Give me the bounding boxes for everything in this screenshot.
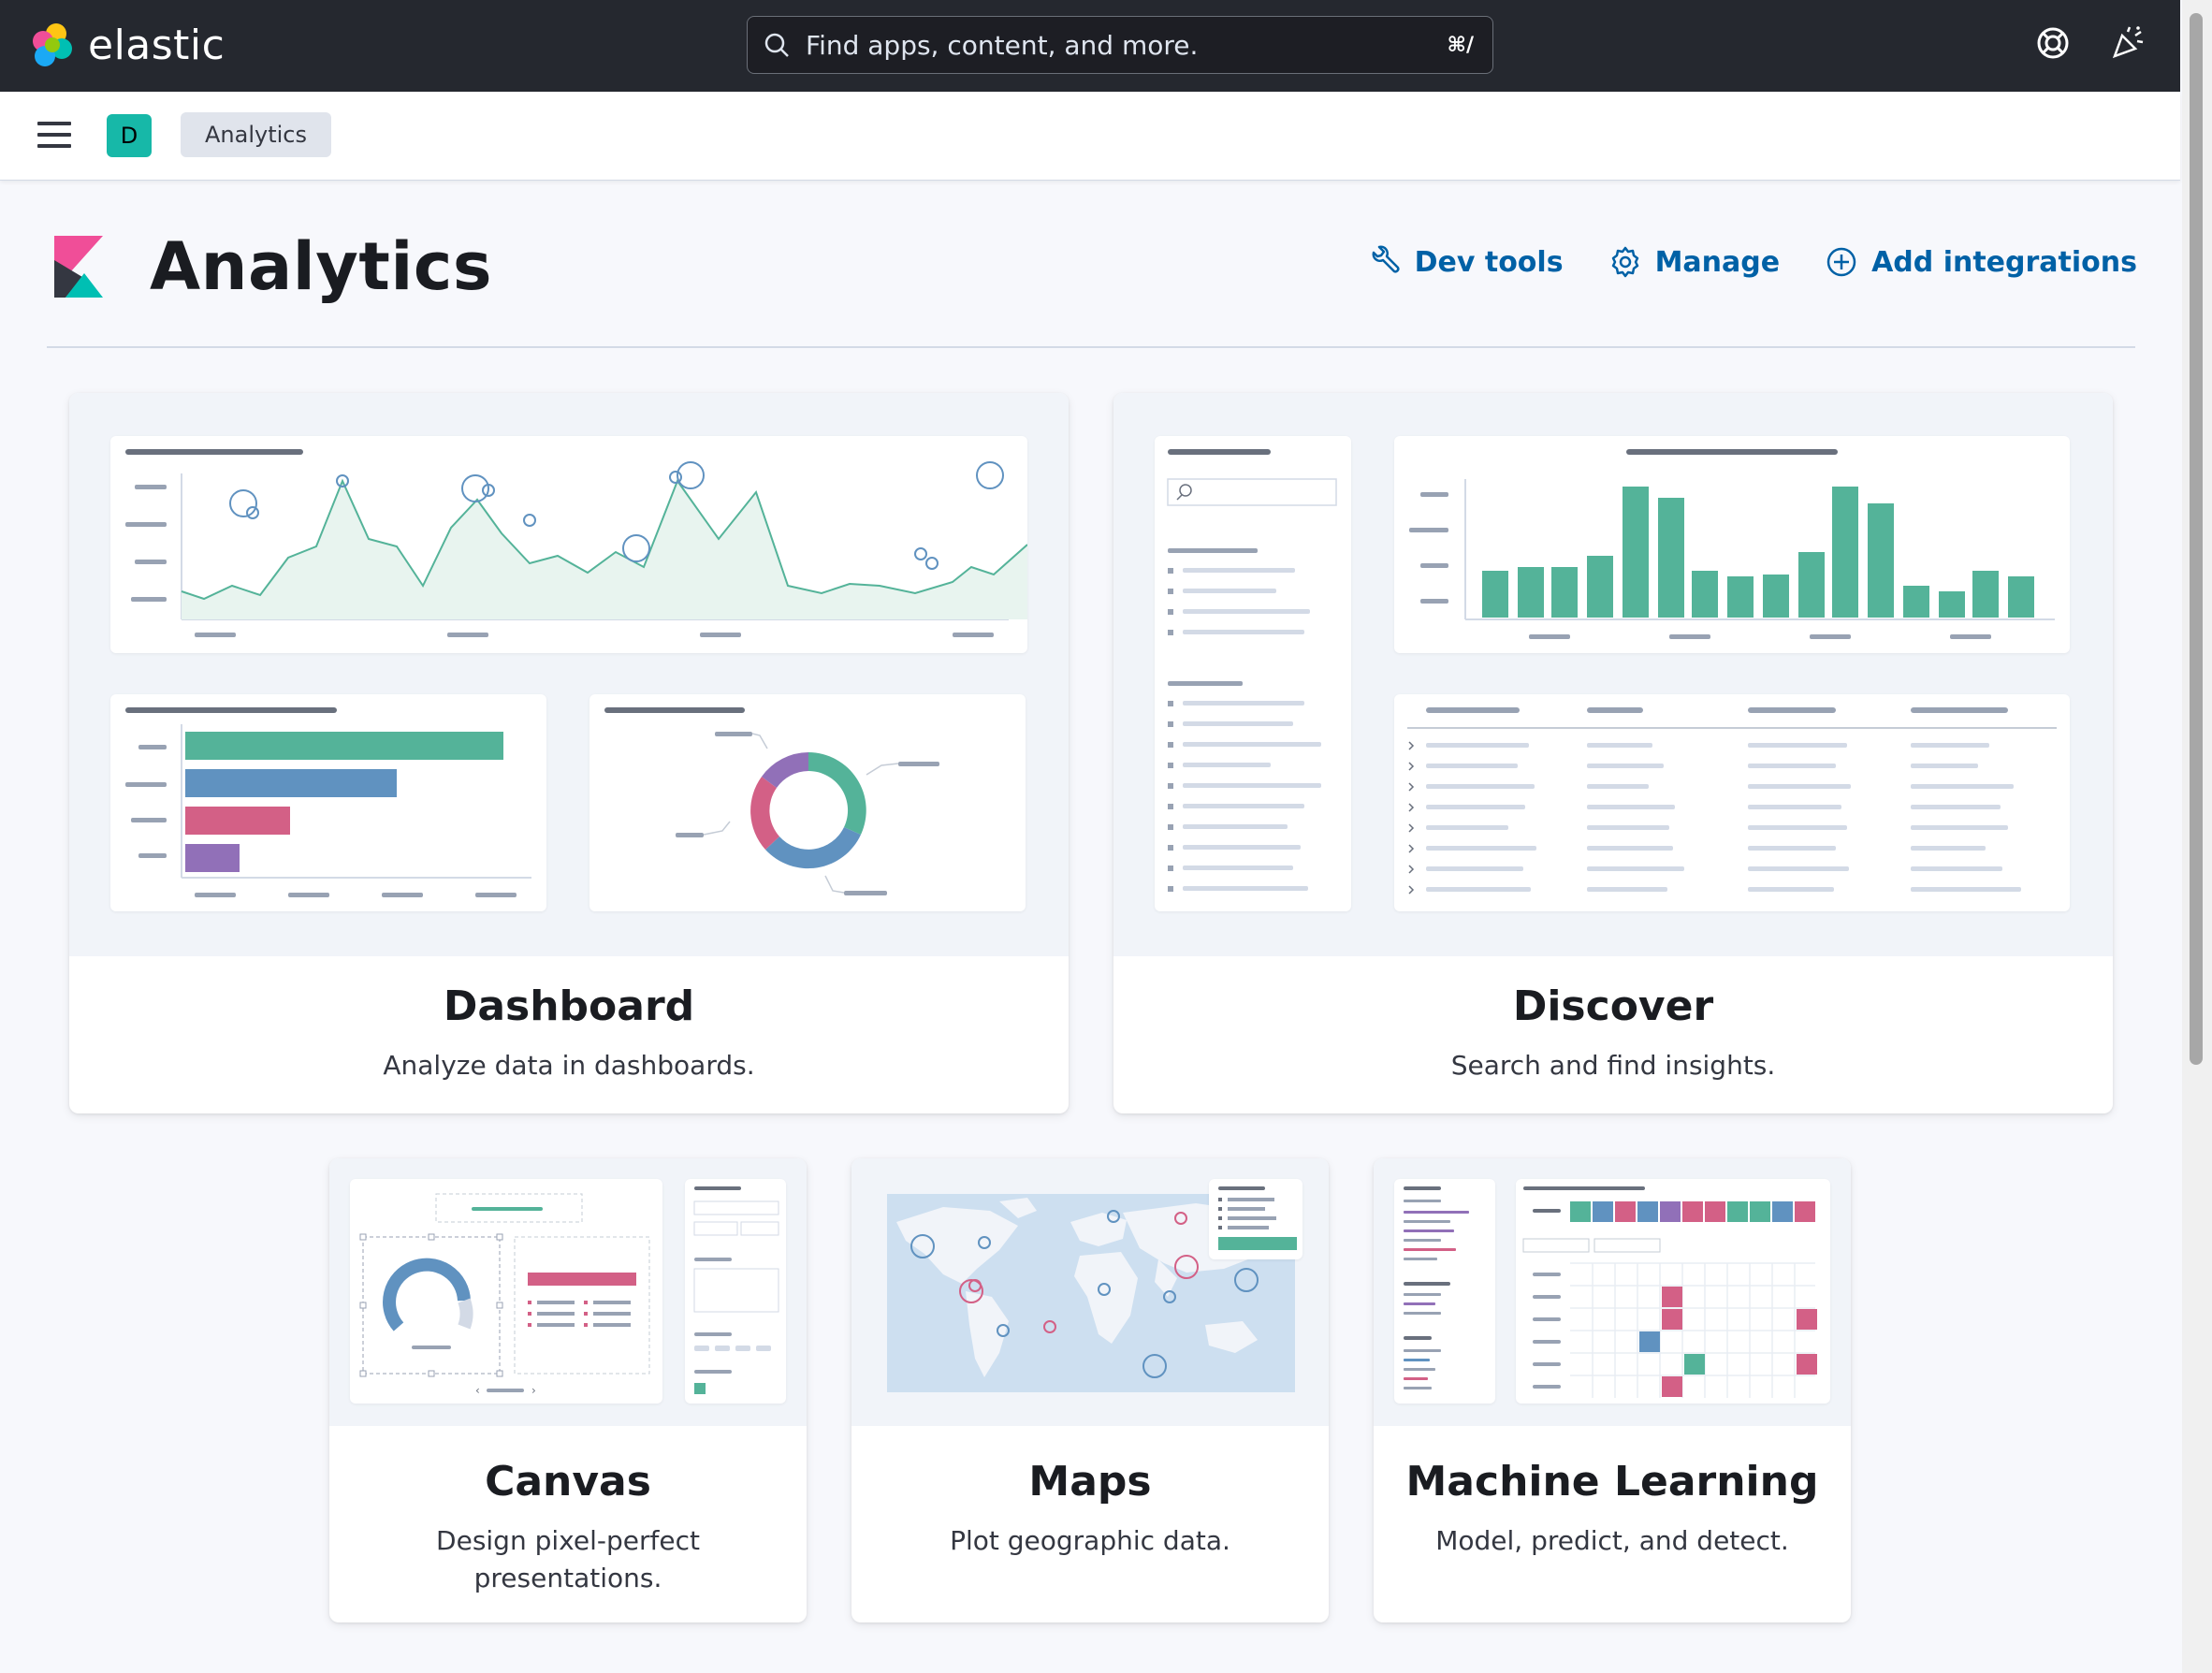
page-title: Analytics — [150, 228, 492, 305]
dashboard-illustration — [69, 393, 1069, 956]
card-description: Analyze data in dashboards. — [383, 1050, 755, 1081]
breadcrumb-analytics[interactable]: Analytics — [181, 112, 331, 157]
canvas-workpad-panel: ‹ › — [350, 1179, 662, 1404]
plus-circle-icon — [1826, 247, 1856, 277]
svg-text:›: › — [531, 1384, 536, 1397]
newsfeed-party-icon[interactable] — [2109, 24, 2147, 62]
card-title: Discover — [1512, 982, 1714, 1030]
card-title: Machine Learning — [1405, 1458, 1819, 1506]
elastic-logo[interactable]: elastic — [28, 19, 225, 71]
bar-chart-panel — [110, 694, 546, 911]
header-divider — [47, 346, 2135, 348]
top-header: elastic ⌘/ — [0, 0, 2180, 93]
wrench-icon — [1372, 245, 1400, 273]
manage-label: Manage — [1654, 245, 1781, 279]
card-description: Model, predict, and detect. — [1435, 1525, 1789, 1556]
discover-card-body: Discover Search and find insights. — [1113, 982, 2113, 1084]
canvas-card[interactable]: ‹ › Canvas Design pixel-perfect presenta… — [329, 1158, 807, 1622]
brand-name: elastic — [88, 21, 226, 69]
add-integrations-label: Add integrations — [1871, 245, 2137, 279]
donut-chart-panel — [589, 694, 1026, 911]
breadcrumb-bar: D Analytics — [0, 92, 2180, 181]
canvas-card-body: Canvas Design pixel-perfect presentation… — [329, 1458, 807, 1597]
anomaly-swimlane-panel — [1516, 1179, 1830, 1404]
header-links: Dev tools Manage Add integrations — [1368, 245, 2137, 279]
canvas-sidebar-panel — [685, 1179, 786, 1404]
card-description: Design pixel-perfect presentations. — [436, 1525, 700, 1593]
space-avatar[interactable]: D — [107, 114, 152, 157]
canvas-illustration: ‹ › — [329, 1158, 807, 1426]
elastic-logo-icon — [33, 23, 72, 66]
dashboard-card-body: Dashboard Analyze data in dashboards. — [69, 982, 1069, 1084]
maps-illustration — [851, 1158, 1329, 1426]
card-title: Canvas — [485, 1458, 651, 1506]
card-description: Search and find insights. — [1450, 1050, 1776, 1081]
document-table-panel — [1394, 694, 2070, 911]
menu-icon[interactable] — [37, 122, 71, 150]
manage-link[interactable]: Manage — [1608, 245, 1781, 279]
gear-icon — [1611, 246, 1638, 278]
discover-card[interactable]: Discover Search and find insights. — [1113, 393, 2113, 1113]
discover-illustration — [1113, 393, 2113, 956]
search-input[interactable] — [804, 28, 1448, 62]
dev-tools-link[interactable]: Dev tools — [1368, 245, 1564, 279]
maps-card[interactable]: Maps Plot geographic data. — [851, 1158, 1329, 1622]
machine-learning-illustration — [1374, 1158, 1851, 1426]
help-lifebuoy-icon[interactable] — [2034, 24, 2072, 62]
machine-learning-card-body: Machine Learning Model, predict, and det… — [1374, 1458, 1851, 1560]
global-search[interactable]: ⌘/ — [747, 16, 1493, 74]
ml-job-list-panel — [1394, 1179, 1495, 1404]
svg-text:‹: ‹ — [475, 1384, 480, 1397]
map-legend-panel — [1209, 1179, 1302, 1259]
dashboard-card[interactable]: Dashboard Analyze data in dashboards. — [69, 393, 1069, 1113]
card-title: Maps — [1028, 1458, 1152, 1506]
card-title: Dashboard — [443, 982, 695, 1030]
card-description: Plot geographic data. — [950, 1525, 1230, 1556]
field-list-panel — [1155, 436, 1351, 911]
page-header: Analytics — [54, 228, 492, 305]
search-icon — [764, 33, 789, 57]
search-shortcut: ⌘/ — [1447, 33, 1474, 57]
histogram-panel — [1394, 436, 2070, 653]
add-integrations-link[interactable]: Add integrations — [1825, 245, 2137, 279]
page-scrollbar-thumb[interactable] — [2190, 13, 2203, 1065]
kibana-logo-icon — [54, 236, 103, 298]
dev-tools-label: Dev tools — [1414, 245, 1564, 279]
line-chart-panel — [110, 436, 1028, 653]
maps-card-body: Maps Plot geographic data. — [851, 1458, 1329, 1560]
machine-learning-card[interactable]: Machine Learning Model, predict, and det… — [1374, 1158, 1851, 1622]
